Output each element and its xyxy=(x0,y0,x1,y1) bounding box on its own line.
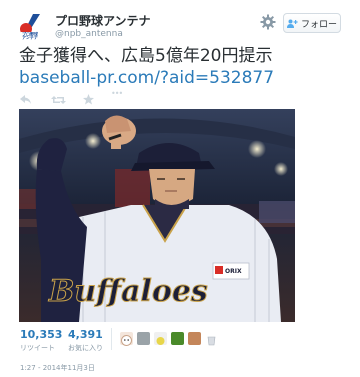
favorite-stat[interactable]: 4,391 お気に入り xyxy=(68,328,103,353)
favoriter-avatar[interactable] xyxy=(137,332,150,345)
account-name[interactable]: プロ野球アンテナ xyxy=(55,12,151,29)
tweet-body: 金子獲得へ、広島5億年20円提示 xyxy=(19,46,273,66)
player-photo: Buffaloes ORIX xyxy=(19,109,295,322)
tweet-text: 金子獲得へ、広島5億年20円提示 baseball-pr.com/?aid=53… xyxy=(19,45,345,89)
more-button[interactable]: ••• xyxy=(111,89,123,98)
retweet-icon xyxy=(51,96,66,104)
svg-text:アンテナ: アンテナ xyxy=(22,34,38,40)
stats-divider xyxy=(111,328,112,350)
tweet-photo[interactable]: Buffaloes ORIX xyxy=(19,109,295,322)
follow-button[interactable]: フォロー xyxy=(283,13,341,33)
favoriter-avatar[interactable] xyxy=(171,332,184,345)
favorite-count: 4,391 xyxy=(68,328,103,341)
reply-icon xyxy=(20,95,31,104)
retweet-count: 10,353 xyxy=(20,328,63,341)
avatar-character-icon xyxy=(156,337,165,345)
gear-icon xyxy=(260,14,276,30)
favoriter-avatar[interactable] xyxy=(120,332,133,346)
retweet-button[interactable] xyxy=(51,90,66,109)
favorite-button[interactable] xyxy=(83,90,94,109)
avatar-face-icon xyxy=(121,335,132,346)
follow-label: フォロー xyxy=(300,19,337,30)
more-icon: ••• xyxy=(111,89,123,98)
avatar-cup-icon xyxy=(207,336,216,346)
reply-button[interactable] xyxy=(20,90,32,109)
favorite-label: お気に入り xyxy=(68,344,103,352)
settings-button[interactable] xyxy=(260,14,276,30)
tweet-timestamp[interactable]: 1:27 - 2014年11月3日 xyxy=(20,363,95,373)
account-avatar[interactable]: プロ野球 アンテナ xyxy=(19,12,46,40)
sponsor-text: ORIX xyxy=(225,268,242,275)
favorite-icon xyxy=(83,94,94,105)
antenna-logo-icon: プロ野球 アンテナ xyxy=(20,14,43,40)
tweet-header: プロ野球 アンテナ プロ野球アンテナ @npb_antenna フォロー xyxy=(0,0,360,44)
jersey-text: Buffaloes xyxy=(48,274,208,309)
favoriter-avatar[interactable] xyxy=(188,332,201,345)
retweet-stat[interactable]: 10,353 リツイート xyxy=(20,328,62,353)
favoriter-avatar[interactable] xyxy=(154,332,167,345)
retweet-label: リツイート xyxy=(20,344,55,352)
user-plus-icon xyxy=(286,19,298,28)
favoriter-avatar[interactable] xyxy=(205,332,218,346)
tweet-link[interactable]: baseball-pr.com/?aid=532877 xyxy=(19,68,274,88)
account-handle[interactable]: @npb_antenna xyxy=(55,29,123,39)
